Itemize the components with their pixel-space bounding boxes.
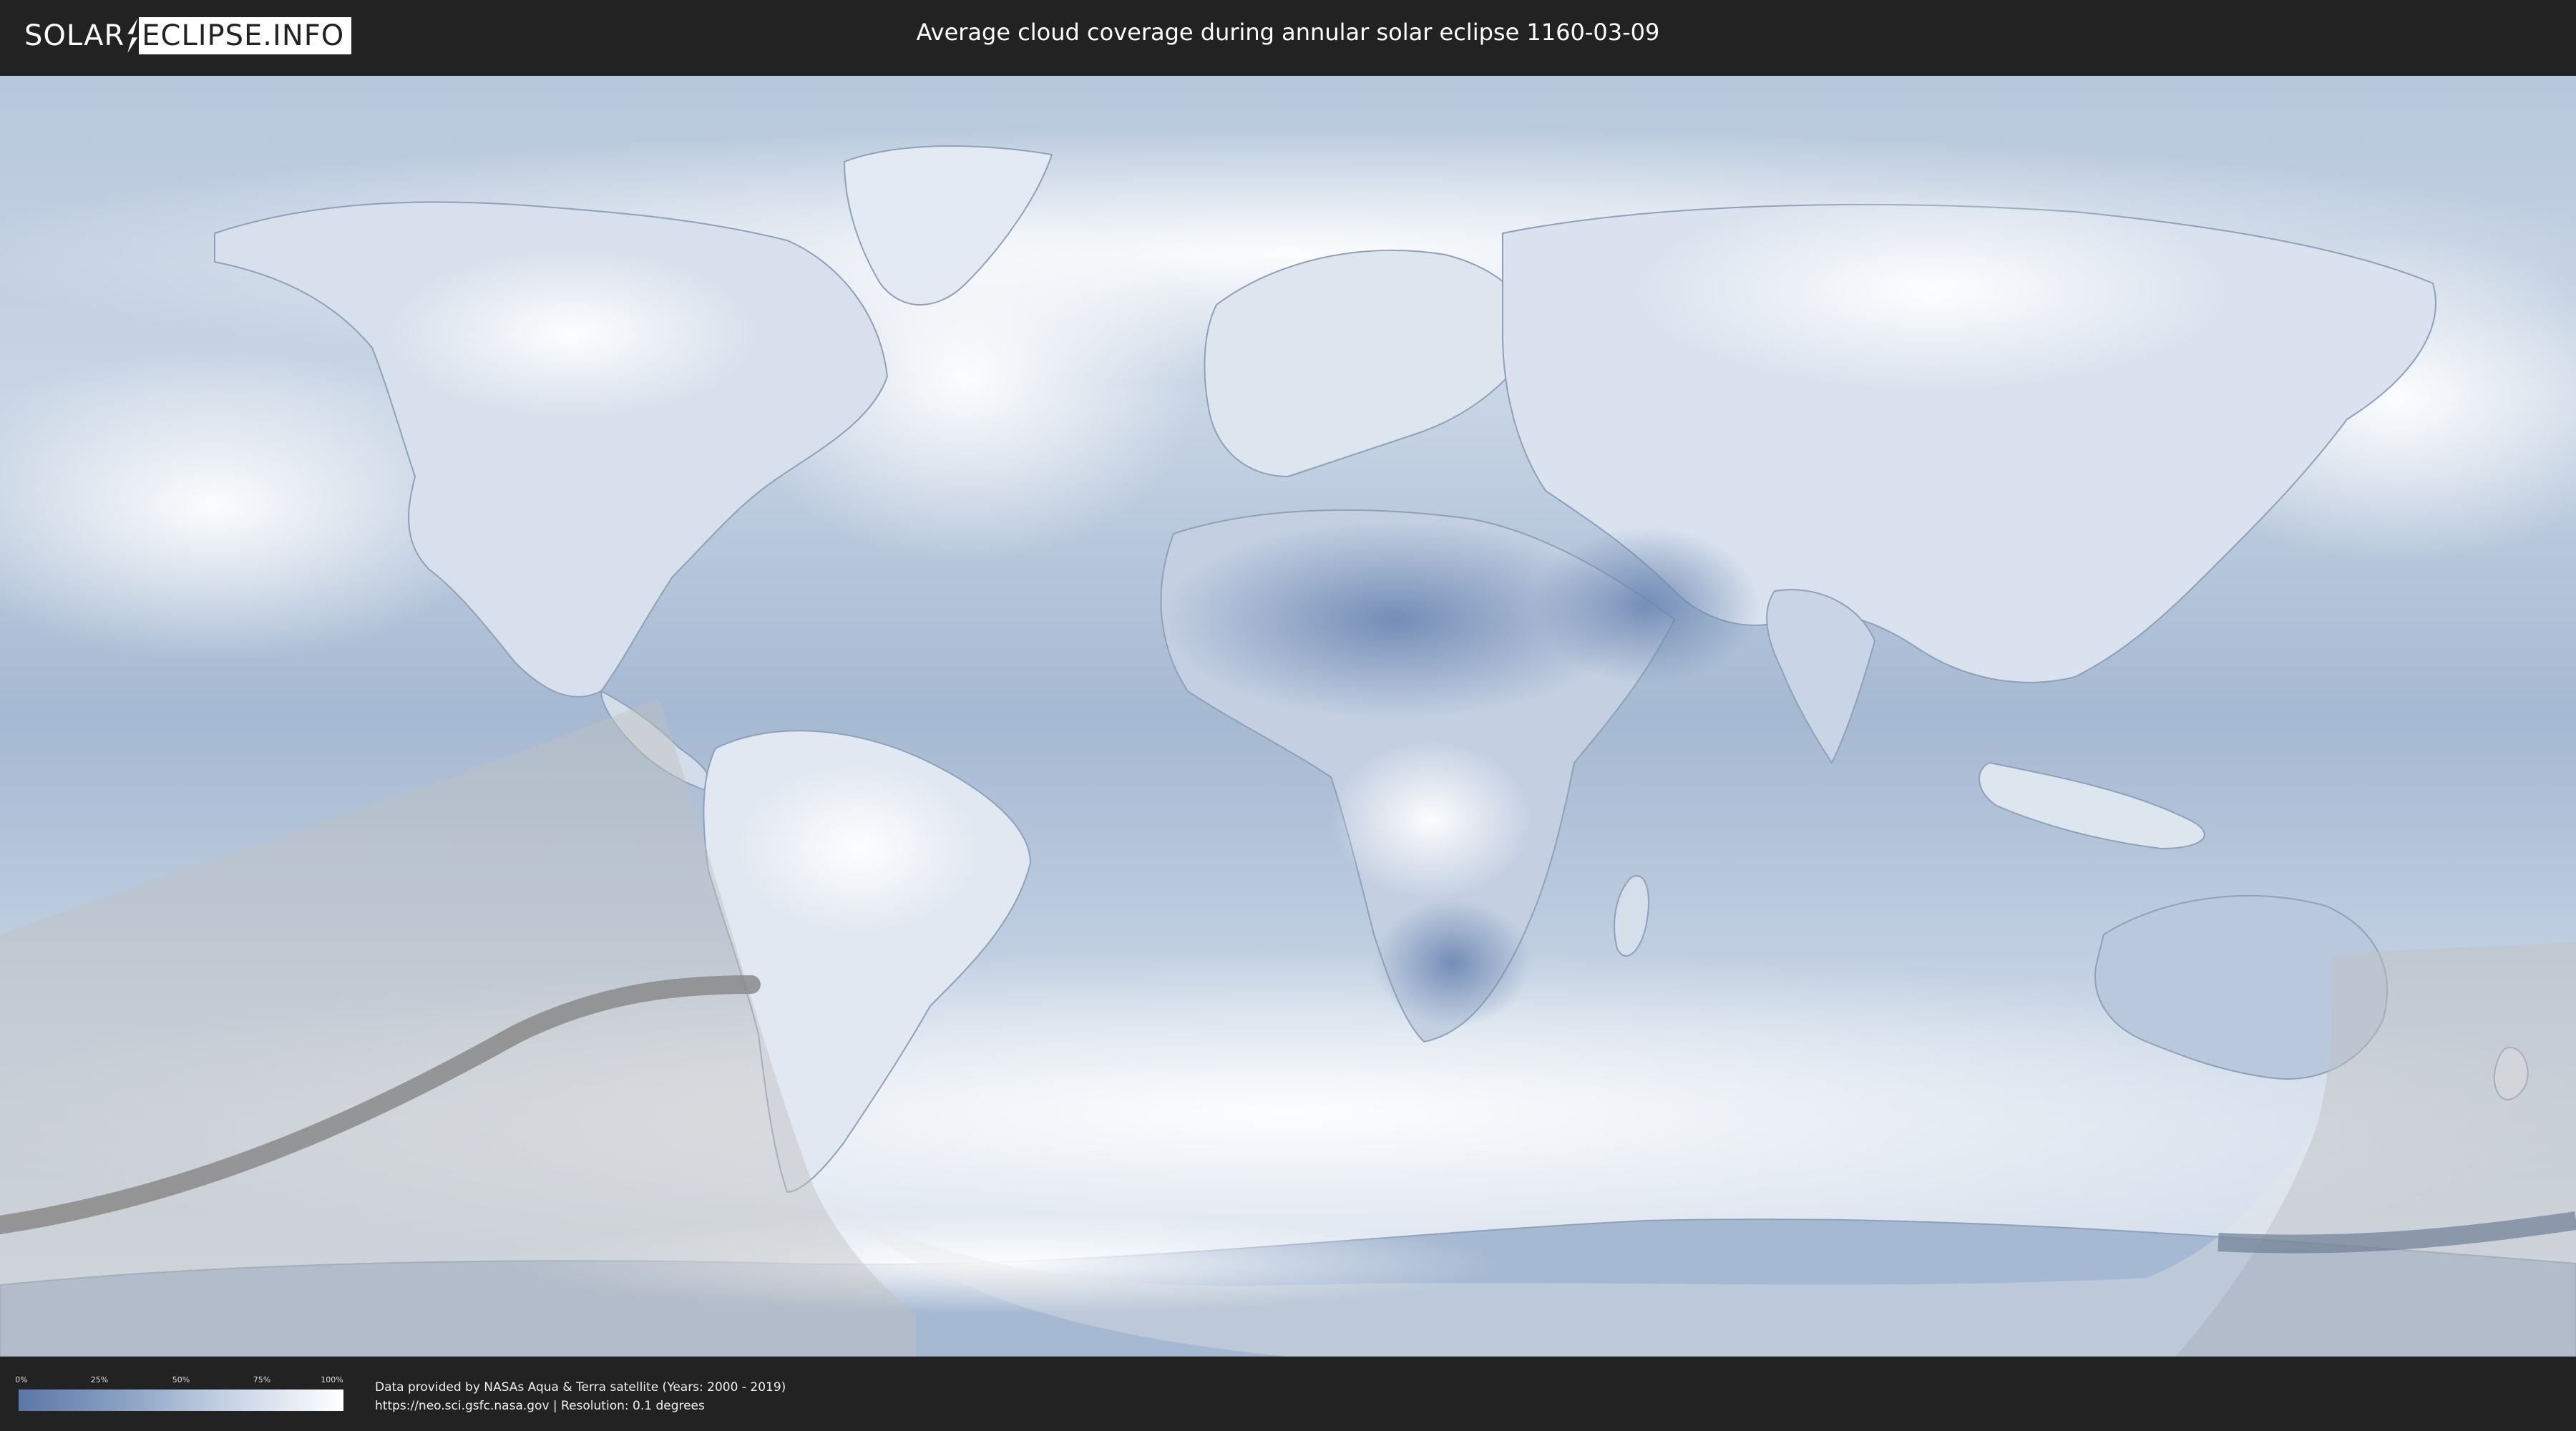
legend-tick-50: 50% <box>172 1375 190 1384</box>
data-credits: Data provided by NASAs Aqua & Terra sate… <box>375 1378 786 1415</box>
credits-line-source: Data provided by NASAs Aqua & Terra sate… <box>375 1380 786 1395</box>
cloud-congo <box>1331 741 1531 899</box>
cloud-coverage-legend: 0% 25% 50% 75% 100% <box>15 1375 343 1415</box>
legend-color-bar <box>19 1390 343 1411</box>
cloud-amazon <box>737 763 980 934</box>
header: SOLAR ECLIPSE.INFO Average cloud coverag… <box>0 0 2576 73</box>
legend-ticks: 0% 25% 50% 75% 100% <box>15 1375 343 1388</box>
legend-tick-100: 100% <box>321 1375 343 1384</box>
world-map-svg <box>0 76 2576 1357</box>
dry-south-africa <box>1374 899 1531 1027</box>
page-title: Average cloud coverage during annular so… <box>916 19 1660 46</box>
credits-line-url[interactable]: https://neo.sci.gsfc.nasa.gov | Resoluti… <box>375 1397 786 1415</box>
dry-arabia <box>1531 527 1760 684</box>
cloud-north-america <box>386 248 758 419</box>
cloud-siberia <box>1631 190 2233 391</box>
legend-tick-25: 25% <box>90 1375 109 1384</box>
cloud-coverage-map <box>0 76 2576 1357</box>
legend-tick-75: 75% <box>253 1375 271 1384</box>
legend-tick-0: 0% <box>15 1375 28 1384</box>
page: SOLAR ECLIPSE.INFO Average cloud coverag… <box>0 0 2576 1431</box>
